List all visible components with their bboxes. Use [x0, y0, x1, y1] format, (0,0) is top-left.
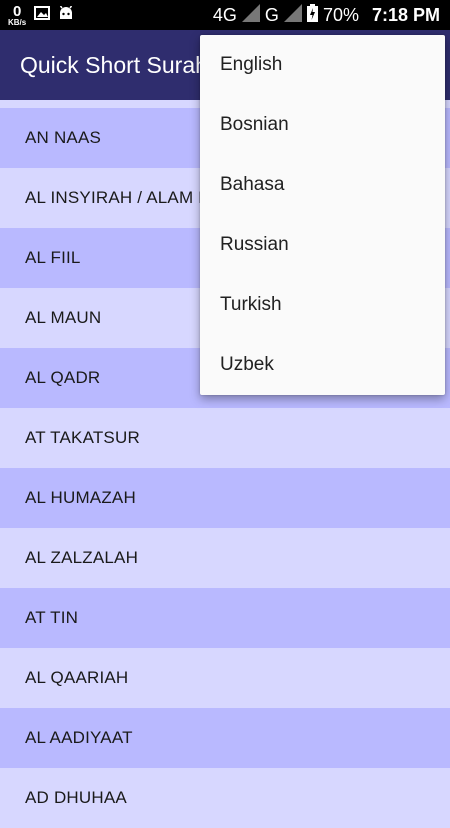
list-item[interactable]: AL HUMAZAH — [0, 468, 450, 528]
list-item-label: AN NAAS — [25, 128, 102, 147]
status-left: 0 KB/s — [8, 2, 74, 28]
list-item-label: AL QAARIAH — [25, 668, 129, 687]
list-item-label: AL HUMAZAH — [25, 488, 136, 507]
menu-item-bosnian[interactable]: Bosnian — [200, 95, 445, 155]
list-item-label: AL FIIL — [25, 248, 81, 267]
network-4g-label: 4G — [212, 4, 237, 25]
network-speed-value: 0 — [12, 2, 22, 20]
menu-item-turkish[interactable]: Turkish — [200, 275, 445, 335]
list-item-label: AT TAKATSUR — [25, 428, 140, 447]
image-icon — [34, 5, 51, 25]
network-speed-unit: KB/s — [8, 17, 27, 27]
list-item[interactable]: AL AADIYAAT — [0, 708, 450, 768]
list-item[interactable]: AT TIN — [0, 588, 450, 648]
menu-item-bahasa[interactable]: Bahasa — [200, 155, 445, 215]
status-right: 4G G 70% 7:18 PM — [213, 0, 440, 30]
android-icon — [58, 5, 74, 25]
network-g-label: G — [264, 4, 279, 25]
list-item-label: AL QADR — [25, 368, 101, 387]
menu-item-english[interactable]: English — [200, 35, 445, 95]
list-item-label: AL AADIYAAT — [25, 728, 133, 747]
language-popup-menu: English Bosnian Bahasa Russian Turkish U… — [200, 35, 445, 395]
clock: 7:18 PM — [371, 4, 440, 25]
signal-icon — [283, 3, 302, 27]
list-item[interactable]: AT TAKATSUR — [0, 408, 450, 468]
app-title: Quick Short Surah — [20, 52, 208, 78]
list-item[interactable]: AL ZALZALAH — [0, 528, 450, 588]
list-item-label: AL MAUN — [25, 308, 102, 327]
list-item[interactable]: AL QAARIAH — [0, 648, 450, 708]
list-item-label: AL ZALZALAH — [25, 548, 139, 567]
status-bar: 0 KB/s 4G G 70% 7:18 PM — [0, 0, 450, 30]
signal-icon — [241, 3, 260, 27]
battery-icon — [306, 3, 318, 27]
battery-percent: 70% — [322, 4, 359, 25]
network-speed: 0 KB/s — [8, 4, 26, 27]
list-item-label: AT TIN — [25, 608, 79, 627]
list-item-label: AD DHUHAA — [25, 788, 127, 807]
menu-item-uzbek[interactable]: Uzbek — [200, 335, 445, 395]
list-item[interactable]: AD DHUHAA — [0, 768, 450, 828]
menu-item-russian[interactable]: Russian — [200, 215, 445, 275]
